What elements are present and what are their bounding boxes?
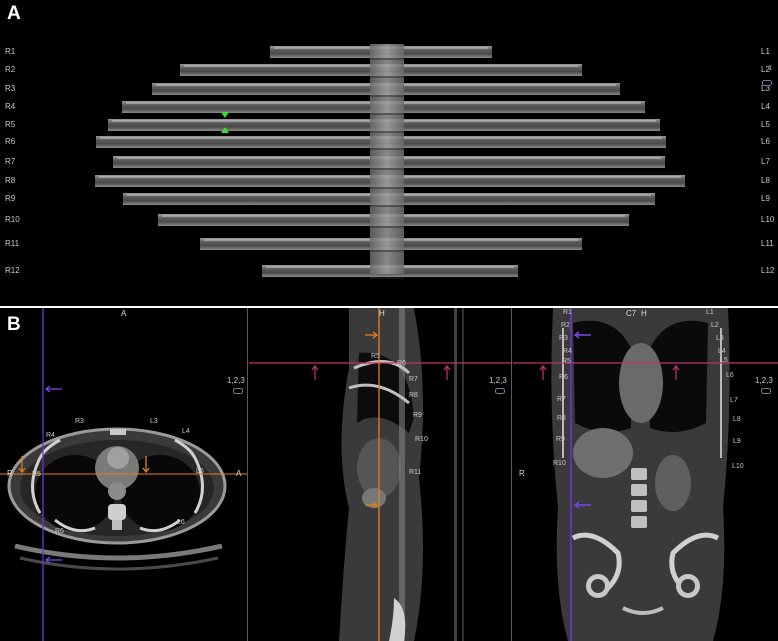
sagittal-viewport[interactable]: H R5 R6 R7 R8 R9 R10 R11 1,2,3 [249, 308, 511, 641]
axial-rib-label: L5 [196, 468, 204, 475]
coronal-rib-label-right: R3 [559, 335, 568, 342]
rib-label-right: R7 [5, 157, 16, 166]
rib-label-right: R9 [5, 194, 16, 203]
coronal-rib-label-left: L3 [716, 335, 724, 342]
coronal-rib-label-right: R5 [562, 358, 571, 365]
rib-label-right: R6 [5, 137, 16, 146]
coronal-view-code: 1,2,3 [755, 376, 773, 385]
rib-label-right: R10 [5, 215, 20, 224]
rib-label-right: R5 [5, 120, 16, 129]
rib-label-left: L4 [761, 102, 770, 111]
coronal-rib-label-right: R6 [559, 374, 568, 381]
coronal-rib-label-left: L8 [733, 416, 741, 423]
viewport-divider [511, 308, 512, 641]
rib-label-right: R8 [5, 176, 16, 185]
coronal-rib-label-right: R2 [561, 322, 570, 329]
panel-b-mpr: A R A R3 L3 R4 L4 R5 L5 R6 L6 1,2,3 H R5… [0, 308, 778, 641]
coronal-rib-label-left: L1 [706, 309, 714, 316]
sagittal-rib-label: R6 [397, 360, 406, 367]
coronal-rib-label-right: R9 [556, 436, 565, 443]
sagittal-rib-label: R7 [409, 376, 418, 383]
axial-rib-label: R6 [55, 528, 64, 535]
sagittal-rib-label: R8 [409, 392, 418, 399]
coronal-layout-icon[interactable] [761, 388, 771, 394]
coronal-rib-label-right: R7 [557, 396, 566, 403]
fracture-marker-down [221, 112, 229, 118]
coronal-ct-image [513, 308, 778, 641]
rib-label-left: L8 [761, 176, 770, 185]
sagittal-view-code: 1,2,3 [489, 376, 507, 385]
sagittal-ct-image [249, 308, 511, 641]
axial-rib-label: L6 [177, 519, 185, 526]
panel-b-label: B [7, 314, 21, 335]
coronal-rib-label-left: L2 [711, 322, 719, 329]
coronal-rib-label-left: L10 [732, 463, 744, 470]
axial-rib-label: R5 [32, 471, 41, 478]
coronal-rib-label-left: L6 [726, 372, 734, 379]
rib-label-right: R12 [5, 266, 20, 275]
rib-label-right: R3 [5, 84, 16, 93]
axial-top-orientation: A [121, 309, 127, 318]
sagittal-rib-label: R11 [409, 469, 422, 476]
rib-label-right: R2 [5, 65, 16, 74]
coronal-rib-label-right: R4 [563, 348, 572, 355]
spine-column [370, 44, 404, 274]
rib-label-left: L9 [761, 194, 770, 203]
viewport-divider [247, 308, 248, 641]
axial-right-orientation: A [236, 469, 242, 478]
axial-layout-icon[interactable] [233, 388, 243, 394]
rib-label-left: L12 [761, 266, 775, 275]
rib-label-right: R4 [5, 102, 16, 111]
coronal-rib-label-left: L7 [730, 397, 738, 404]
coronal-rib-label-left: L5 [720, 357, 728, 364]
rib-unfold-image [95, 44, 685, 279]
coronal-rib-label-right: R8 [557, 415, 566, 422]
coronal-top-label: C7 [626, 309, 637, 318]
panel-a-label: A [7, 3, 21, 24]
axial-rib-label: R3 [75, 418, 84, 425]
sagittal-rib-label: R10 [415, 436, 428, 443]
coronal-viewport[interactable]: C7 H R R1 R2 R3 R4 R5 R6 R7 R8 R9 R10 L1 L2 L3 L4 L5 L… [513, 308, 778, 641]
rib-label-left: L6 [761, 137, 770, 146]
layout-icon[interactable] [762, 80, 772, 86]
sagittal-rib-label: R9 [413, 412, 422, 419]
axial-rib-label: R4 [46, 432, 55, 439]
rib-label-left: L11 [761, 239, 774, 248]
rib-label-right: R11 [5, 239, 20, 248]
rib-label-left: L10 [761, 215, 775, 224]
sagittal-layout-icon[interactable] [495, 388, 505, 394]
coronal-rib-label-left: L9 [733, 438, 741, 445]
rib-label-left: L1 [761, 47, 770, 56]
rib-label-right: R1 [5, 47, 16, 56]
coronal-top-orientation: H [641, 309, 647, 318]
axial-left-orientation: R [7, 469, 13, 478]
corner-number: 1 [768, 65, 772, 72]
rib-label-left: L5 [761, 120, 770, 129]
coronal-left-orientation: R [519, 469, 525, 478]
sagittal-top-orientation: H [379, 309, 385, 318]
coronal-rib-label-left: L4 [718, 348, 726, 355]
coronal-rib-label-right: R10 [553, 460, 566, 467]
axial-rib-label: L4 [182, 428, 190, 435]
axial-rib-label: L3 [150, 418, 158, 425]
sagittal-rib-label: R5 [371, 353, 380, 360]
rib-label-left: L7 [761, 157, 770, 166]
coronal-rib-label-right: R1 [563, 309, 572, 316]
panel-a-rib-unfold: A R1 R2 R3 R4 R5 R6 R7 R8 R9 R10 R11 R12 L1 L2 L3 L4 L5… [0, 0, 778, 306]
axial-viewport[interactable]: A R A R3 L3 R4 L4 R5 L5 R6 L6 1,2,3 [0, 308, 247, 641]
axial-view-code: 1,2,3 [227, 376, 245, 385]
